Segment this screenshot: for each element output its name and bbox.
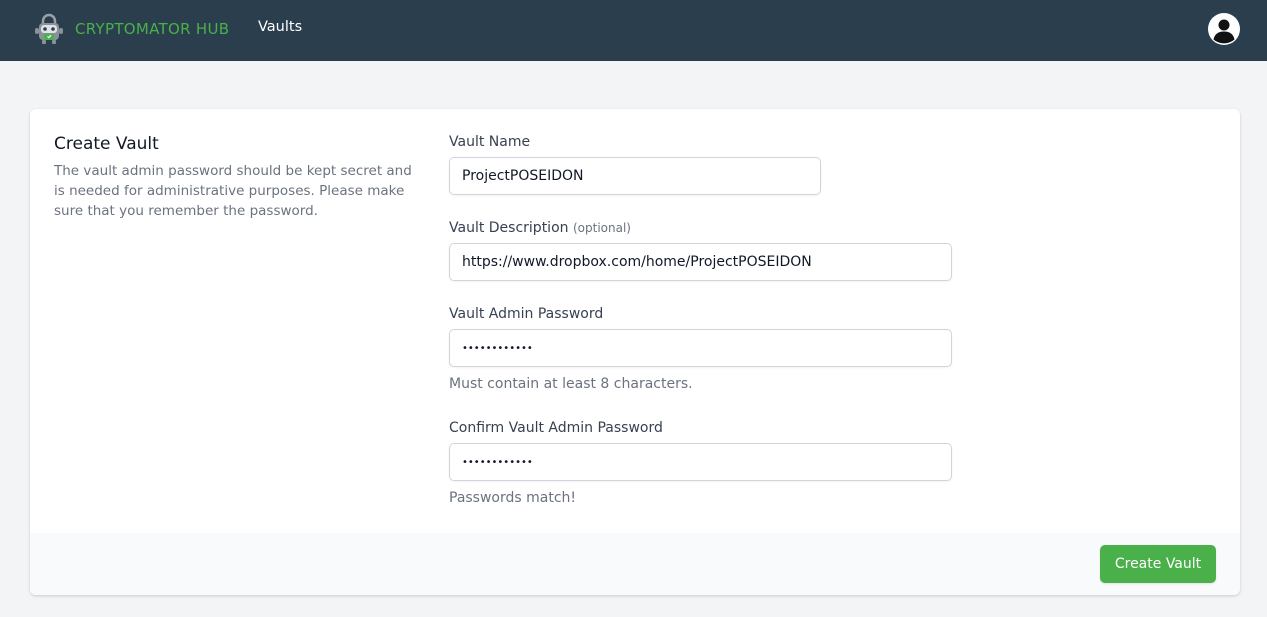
intro-section: Create Vault The vault admin password sh… <box>54 134 424 221</box>
admin-password-input[interactable] <box>449 329 952 367</box>
intro-description: The vault admin password should be kept … <box>54 163 412 219</box>
password-length-hint: Must contain at least 8 characters. <box>449 376 693 392</box>
confirm-password-label-text: Confirm Vault Admin Password <box>449 420 663 436</box>
brand-logo[interactable]: CRYPTOMATOR HUB <box>32 12 229 46</box>
vault-description-label-text: Vault Description <box>449 220 569 236</box>
page-title: Create Vault <box>54 134 159 154</box>
create-vault-button[interactable]: Create Vault <box>1100 545 1216 583</box>
vault-description-input[interactable] <box>449 243 952 281</box>
brand-name: CRYPTOMATOR HUB <box>75 20 230 38</box>
cryptomator-bot-icon <box>35 13 63 44</box>
create-vault-card: Create Vault The vault admin password sh… <box>30 109 1240 595</box>
nav-link-vaults[interactable]: Vaults <box>258 19 302 35</box>
vault-name-input[interactable] <box>449 157 821 195</box>
passwords-match-hint: Passwords match! <box>449 490 577 506</box>
user-circle-icon[interactable] <box>1207 12 1241 46</box>
vault-name-label: Vault Name <box>449 134 530 150</box>
admin-password-label-text: Vault Admin Password <box>449 306 604 322</box>
admin-password-label: Vault Admin Password <box>449 306 603 322</box>
top-navbar: CRYPTOMATOR HUB Vaults <box>0 0 1267 61</box>
optional-tag: (optional) <box>572 221 631 235</box>
confirm-password-label: Confirm Vault Admin Password <box>449 420 663 436</box>
card-footer: Create Vault <box>30 533 1240 595</box>
vault-name-label-text: Vault Name <box>449 134 531 150</box>
vault-description-label: Vault Description (optional) <box>449 220 631 236</box>
confirm-password-input[interactable] <box>449 443 952 481</box>
